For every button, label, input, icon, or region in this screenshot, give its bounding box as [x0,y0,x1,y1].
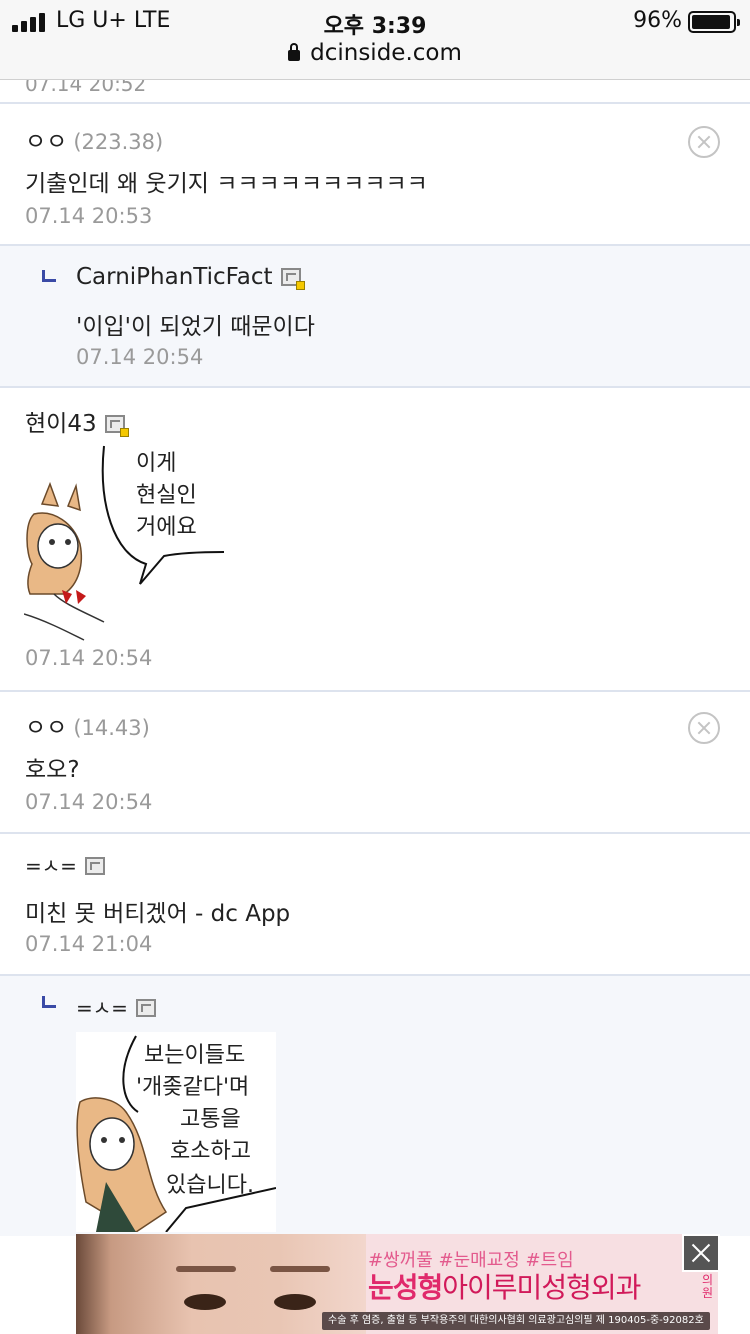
comment-author[interactable]: 현이43 [25,404,129,438]
sticker-line: 보는이들도 [144,1043,245,1068]
comment: ㅇㅇ (223.38) 기출인데 왜 웃기지 ㅋㅋㅋㅋㅋㅋㅋㅋㅋㅋ 07.14 2… [0,104,750,246]
sticker-line: 거에요 [136,515,197,540]
comment-author[interactable]: =ㅅ= [76,992,156,1021]
ad-side-text: 의원 [702,1273,714,1300]
sticker-line: 현실인 [136,483,197,508]
reply-comment: =ㅅ= 보는이들도 '개좆같다'며 고통을 호소하고 있습니다. [0,976,750,1236]
comment: 현이43 이게 현실인 거에요 07.14 20:54 [0,388,750,692]
delete-comment-icon[interactable] [688,712,720,744]
sticker-image: 이게 현실인 거에요 [24,444,224,644]
battery-icon [688,11,740,33]
comment-author[interactable]: ㅇㅇ (223.38) [25,122,163,156]
comment: =ㅅ= 미친 못 버티겠어 - dc App 07.14 21:04 [0,834,750,976]
close-icon[interactable] [682,1234,720,1272]
fixed-nick-icon [280,268,305,290]
comment-author[interactable]: =ㅅ= [25,850,105,879]
comment-date: 07.14 21:04 [25,932,153,956]
battery-percent: 96% [633,8,682,33]
lock-icon [288,43,301,61]
reply-comment: CarniPhanTicFact '이입'이 되었기 때문이다 07.14 20… [0,246,750,388]
comment-ip: (14.43) [73,716,150,740]
comment-list: 07.14 20:52 ㅇㅇ (223.38) 기출인데 왜 웃기지 ㅋㅋㅋㅋㅋㅋ… [0,80,750,1236]
sticker-line: 고통을 [180,1107,241,1132]
sticker-line: 이게 [136,451,176,476]
status-bar: LG U+ LTE 오후 3:39 96% dcinside.com [0,0,750,80]
comment-text: 호오? [25,757,80,783]
comment-author[interactable]: CarniPhanTicFact [76,264,305,290]
fixed-nick-icon [104,415,129,437]
comment-date: 07.14 20:53 [25,204,153,228]
sticker-line: '개좆같다'며 [136,1075,249,1100]
comment-date: 07.14 20:54 [25,790,153,814]
reply-arrow-icon [42,996,56,1008]
address-bar[interactable]: dcinside.com [0,40,750,66]
sticker-line: 있습니다. [166,1173,254,1198]
comment-date: 07.14 20:54 [76,345,204,369]
sticker-image: 보는이들도 '개좆같다'며 고통을 호소하고 있습니다. [76,1032,276,1232]
nick-icon [135,999,156,1017]
reply-arrow-icon [42,270,56,282]
comment-author[interactable]: ㅇㅇ (14.43) [25,708,150,742]
comment: ㅇㅇ (14.43) 호오? 07.14 20:54 [0,692,750,834]
ad-title: 눈성형아이루미성형외과 [368,1271,641,1304]
nick-icon [84,857,105,875]
comment-date: 07.14 20:54 [25,646,153,670]
ad-banner[interactable]: #쌍꺼풀 #눈매교정 #트임 눈성형아이루미성형외과 의원 수술 후 염증, 출… [76,1234,718,1334]
delete-comment-icon[interactable] [688,126,720,158]
comment-text: 기출인데 왜 웃기지 ㅋㅋㅋㅋㅋㅋㅋㅋㅋㅋ [25,171,428,197]
comment-ip: (223.38) [73,130,164,154]
partial-comment: 07.14 20:52 [0,80,750,104]
comment-text: 미친 못 버티겠어 - dc App [25,901,291,927]
sticker-line: 호소하고 [170,1139,251,1164]
ad-notice: 수술 후 염증, 출혈 등 부작용주의 대한의사협회 의료광고심의필 제 190… [322,1312,710,1330]
comment-text: '이입'이 되었기 때문이다 [76,314,315,340]
url-text: dcinside.com [310,40,462,66]
